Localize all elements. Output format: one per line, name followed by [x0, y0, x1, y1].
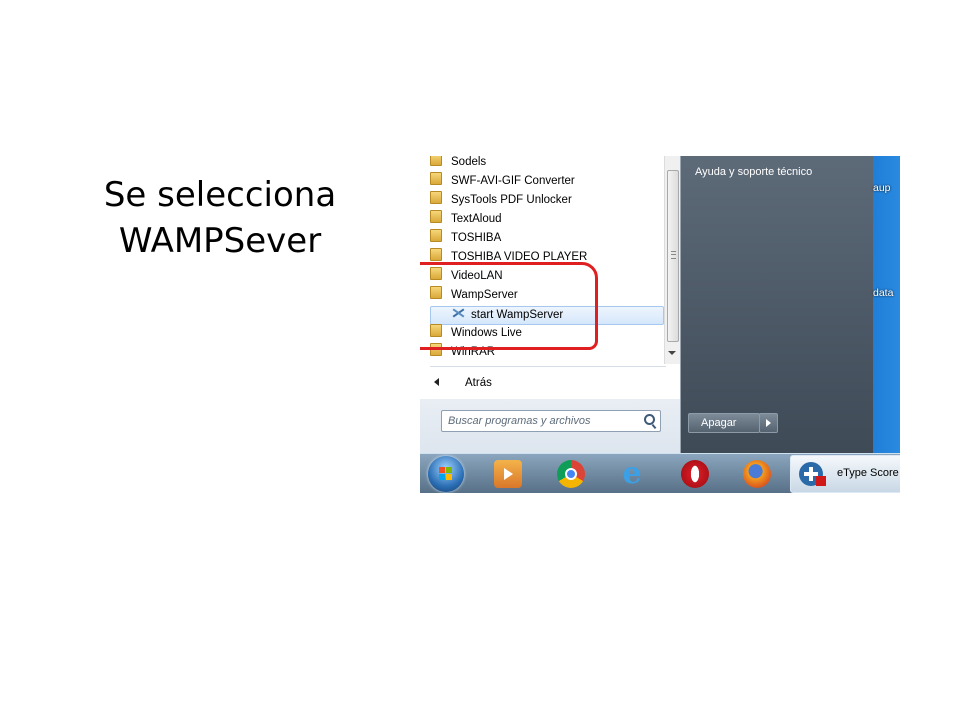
folder-icon: [430, 210, 442, 223]
slide-title-line-1: Se selecciona: [103, 175, 337, 215]
program-item-systools-pdf-unlocker[interactable]: SysTools PDF Unlocker: [430, 191, 662, 210]
scroll-down-arrow-icon[interactable]: [668, 351, 676, 355]
opera-icon[interactable]: [681, 460, 709, 488]
search-input[interactable]: [442, 412, 644, 430]
program-item-toshiba[interactable]: TOSHIBA: [430, 229, 662, 248]
back-button[interactable]: Atrás: [434, 374, 492, 392]
folder-icon: [430, 229, 442, 242]
scrollbar-thumb[interactable]: [667, 170, 679, 342]
start-menu-screenshot: Sodels SWF-AVI-GIF Converter SysTools PD…: [420, 156, 900, 493]
firefox-icon[interactable]: [743, 460, 771, 488]
divider: [430, 366, 666, 367]
shutdown-button[interactable]: Apagar: [688, 413, 760, 433]
program-list-scrollbar[interactable]: [664, 156, 680, 364]
slide-title: Se selecciona WAMPSever: [60, 172, 380, 264]
desktop-label: aup: [873, 182, 891, 194]
windows-start-orb-icon[interactable]: [428, 456, 464, 492]
windows-flag-icon: [439, 467, 453, 481]
help-and-support-link[interactable]: Ayuda y soporte técnico: [695, 166, 812, 178]
program-item-sodels[interactable]: Sodels: [430, 156, 662, 172]
shutdown-options-button[interactable]: [759, 413, 778, 433]
search-icon[interactable]: [644, 414, 655, 425]
etype-label: eType Score: [837, 467, 899, 479]
folder-icon: [430, 191, 442, 204]
etype-badge-icon: [816, 476, 826, 486]
grip-icon: [671, 251, 676, 259]
back-arrow-icon: [434, 378, 439, 386]
taskbar-button-etype-score[interactable]: eType Score: [790, 455, 900, 493]
folder-icon: [430, 156, 442, 166]
right-panel: Ayuda y soporte técnico Apagar: [681, 156, 873, 453]
desktop-label: data: [873, 287, 894, 299]
search-area: [420, 399, 680, 453]
media-player-icon[interactable]: [494, 460, 522, 488]
program-item-swf-avi-gif-converter[interactable]: SWF-AVI-GIF Converter: [430, 172, 662, 191]
taskbar: e eType Score: [420, 453, 900, 493]
folder-icon: [430, 172, 442, 185]
red-highlight-box: [420, 262, 598, 350]
folder-icon: [430, 248, 442, 261]
program-item-textaloud[interactable]: TextAloud: [430, 210, 662, 229]
search-box: [441, 410, 661, 432]
internet-explorer-icon[interactable]: e: [618, 459, 646, 489]
desktop-background: aup data: [873, 156, 900, 453]
chrome-icon[interactable]: [557, 460, 585, 488]
slide-title-line-2: WAMPSever: [118, 221, 322, 261]
